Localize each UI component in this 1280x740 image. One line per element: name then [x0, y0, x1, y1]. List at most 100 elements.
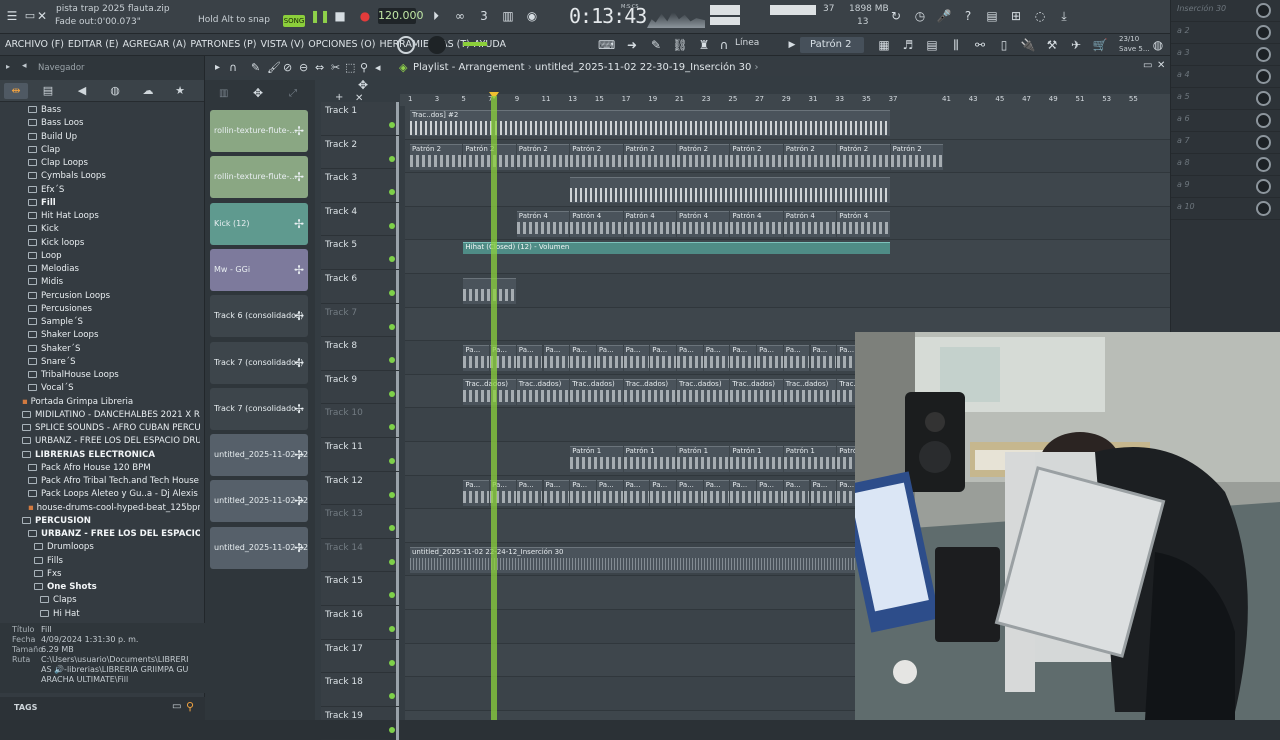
browser-tree-item[interactable]: Fills — [0, 555, 200, 568]
track-enable-led[interactable] — [389, 458, 395, 464]
video-icon[interactable]: ✈ — [1068, 37, 1084, 53]
master-slider[interactable] — [463, 42, 487, 46]
mixer-insert[interactable]: a 4 — [1171, 66, 1280, 88]
track-resize-handle[interactable] — [396, 505, 399, 539]
play-icon[interactable]: ▶ — [784, 37, 800, 53]
pattern-selector[interactable]: Patrón 2 — [800, 37, 864, 53]
add-clip-icon[interactable]: ✢ — [294, 342, 304, 384]
browser-tree-item[interactable]: Cymbals Loops — [0, 170, 200, 183]
pattern-clip[interactable]: Pa... — [596, 479, 623, 506]
play-tool-icon[interactable]: ◂ — [375, 61, 381, 74]
clip-source-item[interactable]: untitled_2025-11-02 22-...✢ — [210, 434, 308, 477]
pattern-clip[interactable]: Pa... — [730, 345, 757, 372]
pattern-clip[interactable]: Pa... — [463, 479, 490, 506]
playhead[interactable] — [491, 96, 497, 720]
track-enable-led[interactable] — [389, 323, 395, 330]
slip-tool-icon[interactable]: ⇔ — [315, 61, 324, 74]
pattern-clip[interactable]: Pa... — [810, 345, 837, 372]
pattern-clip[interactable]: Patrón 4 — [677, 210, 730, 237]
track-resize-handle[interactable] — [396, 337, 399, 371]
magnet-snap-icon[interactable]: ∩ — [229, 61, 237, 74]
wait-input-icon[interactable]: ◉ — [524, 8, 540, 24]
save-label[interactable]: Save 5... — [1119, 45, 1150, 53]
sidebar-arrow-icon[interactable]: ◂ — [22, 61, 27, 71]
mixer-knob[interactable] — [1256, 179, 1271, 194]
menu-item[interactable]: VISTA (V) — [260, 39, 304, 50]
record-icon[interactable]: ● — [357, 8, 373, 24]
pattern-clip[interactable]: Trac..dados) — [623, 378, 676, 405]
browser-tree-item[interactable]: Percusion Loops — [0, 290, 200, 303]
close-icon[interactable]: ✕ — [34, 8, 50, 24]
browser-tree-item[interactable]: Efx´S — [0, 184, 200, 197]
browser-tree-item[interactable]: PERCUSION — [0, 515, 200, 528]
menu-item[interactable]: OPCIONES (O) — [308, 39, 375, 50]
track-enable-led[interactable] — [389, 424, 395, 431]
track-resize-handle[interactable] — [396, 538, 399, 572]
clip-source-item[interactable]: Kick (12) ✢ — [210, 202, 308, 245]
browser-tree-item[interactable]: LIBRERIAS ELECTRONICA — [0, 449, 200, 462]
track-header[interactable]: Track 10 — [321, 404, 399, 438]
browser-tree-item[interactable]: Kick — [0, 223, 200, 236]
track-enable-led[interactable] — [389, 122, 395, 128]
browser-tree-item[interactable]: Hi Hat — [0, 608, 200, 621]
magnet-icon[interactable]: ∩ — [716, 37, 732, 53]
pattern-clip[interactable]: Patrón 2 — [410, 143, 463, 170]
pattern-clip[interactable]: Pa... — [570, 345, 596, 372]
track-enable-led[interactable] — [389, 491, 395, 498]
pattern-clip[interactable]: untitled_2025-11-02 22-24-12_Inserción 3… — [410, 546, 890, 573]
browser-tree-item[interactable]: Vocal´S — [0, 382, 200, 395]
pattern-clip[interactable]: Patrón 2 — [463, 143, 516, 170]
pattern-clip[interactable]: Pa... — [570, 479, 596, 506]
multi-move-icon[interactable]: ✥ — [358, 78, 368, 92]
track-header[interactable]: Track 6 — [321, 270, 399, 304]
search-icon[interactable]: ⚲ — [186, 700, 194, 713]
tempo-display[interactable]: 120.000 — [378, 8, 424, 24]
pattern-clip[interactable]: Pa... — [783, 479, 810, 506]
blend-notes-icon[interactable]: ▥ — [500, 8, 516, 24]
mixer-knob[interactable] — [1256, 3, 1271, 18]
pattern-clip[interactable]: Trac..dados) — [570, 378, 623, 405]
favorites-tab-icon[interactable]: ★ — [168, 83, 192, 99]
loop-record-icon[interactable]: ∞ — [452, 8, 468, 24]
browser-tree-item[interactable]: Claps — [0, 594, 200, 607]
pattern-clip[interactable] — [570, 177, 890, 204]
track-resize-handle[interactable] — [396, 438, 399, 471]
pattern-clip[interactable]: Trac..dados) — [783, 378, 837, 405]
stamp-icon[interactable]: ♜ — [696, 37, 712, 53]
pattern-clip[interactable]: Patrón 4 — [783, 210, 837, 237]
browser-tree-item[interactable]: TribalHouse Loops — [0, 369, 200, 382]
track-header[interactable]: Track 4 — [321, 202, 399, 237]
browser-tree-item[interactable]: Clap Loops — [0, 157, 200, 170]
pattern-clip[interactable]: Patrón 4 — [837, 210, 890, 237]
zoom-tool-icon[interactable]: ⚲ — [360, 61, 368, 74]
pattern-clip[interactable]: Pa... — [810, 479, 837, 506]
track-enable-led[interactable] — [389, 693, 395, 700]
pencil-icon[interactable]: ✎ — [648, 37, 664, 53]
track-resize-handle[interactable] — [396, 169, 399, 203]
menu-item[interactable]: PATRONES (P) — [190, 39, 256, 50]
pattern-clip[interactable]: Patrón 4 — [570, 210, 623, 237]
keyboard-icon[interactable]: ⌨ — [598, 37, 615, 53]
track-header[interactable]: Track 11 — [321, 438, 399, 472]
track-header[interactable]: Track 16 — [321, 606, 399, 640]
pattern-clip[interactable] — [463, 278, 516, 304]
pattern-clip[interactable]: Pa... — [516, 479, 543, 506]
menu-item[interactable]: AGREGAR (A) — [123, 39, 187, 50]
pattern-clip[interactable]: Pa... — [543, 479, 570, 506]
plugin-icon[interactable]: ⚯ — [972, 37, 988, 53]
clock-icon[interactable]: ◷ — [912, 8, 928, 24]
pattern-clip[interactable]: Patrón 2 — [890, 143, 943, 170]
pattern-clip[interactable]: Pa... — [516, 345, 543, 372]
browser-tree-item[interactable]: Fill — [0, 197, 200, 210]
track-resize-handle[interactable] — [396, 404, 399, 438]
master-pitch-knob[interactable] — [428, 36, 446, 54]
mixer-insert[interactable]: Inserción 30 — [1171, 0, 1280, 22]
browser-tree-item[interactable]: Build Up — [0, 131, 200, 144]
pattern-clip[interactable]: Patrón 1 — [570, 446, 623, 472]
track-header[interactable]: Track 12 — [321, 471, 399, 506]
close-playlist-icon[interactable]: ✕ — [1157, 60, 1165, 71]
clip-source-item[interactable]: Track 7 (consolidados) ✢ — [210, 341, 308, 384]
browser-tree-item[interactable]: Bass Loos — [0, 117, 200, 130]
track-resize-handle[interactable] — [396, 102, 399, 135]
add-clip-icon[interactable]: ✢ — [294, 527, 304, 569]
